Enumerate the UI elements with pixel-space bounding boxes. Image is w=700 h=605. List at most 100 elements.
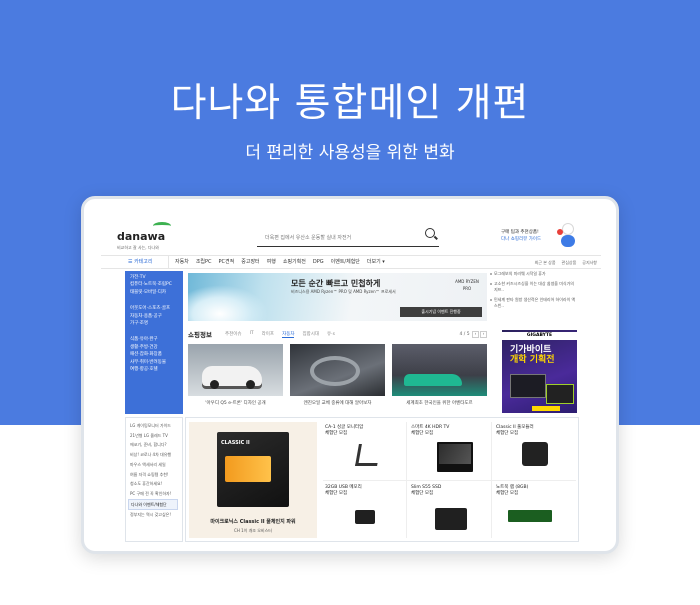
nav-item[interactable]: 조립PC — [196, 256, 212, 269]
ad-list-item[interactable]: 모그레보의 미러웨 시작일 휴가 — [490, 271, 577, 277]
shopping-pager: 4 / 5 ‹ › — [459, 331, 487, 338]
category-menu-button[interactable]: ☰ 카테고리 — [125, 256, 169, 269]
wheel-shape — [246, 380, 255, 389]
sidebar-item[interactable]: 자동차·용품·공구 — [130, 313, 183, 320]
quick-link[interactable]: 정부지는 역시 갖고싶은! — [130, 510, 182, 520]
monitor-arm-image — [355, 444, 381, 466]
motherboard-graphic — [546, 384, 574, 404]
psu-orange-panel — [225, 456, 271, 482]
sidebar-item[interactable]: 가구·조명 — [130, 320, 183, 327]
mascot-body — [561, 235, 575, 247]
mascot-badge — [557, 229, 563, 235]
engine-shape — [310, 356, 360, 386]
deal-item[interactable]: 32GB USB 메모리 체험단 모집 — [323, 482, 403, 537]
quick-link-highlighted[interactable]: 다나와 이벤트/체험단 — [128, 498, 178, 511]
search-input[interactable]: 더욱편 집에서 유산소 운동할 실내 자전거 — [257, 225, 439, 247]
psu-label: CLASSIC II — [221, 440, 250, 446]
search-icon[interactable] — [425, 228, 435, 238]
wheel-shape — [210, 380, 219, 389]
grid-divider — [323, 480, 576, 481]
quick-link[interactable]: 비상! 코로나 4차 대유행 — [130, 450, 182, 460]
category-sidebar: 가전·TV 컴퓨터·노트북·조립PC 태블릿·모바일·디카 아웃도어·스포츠·골… — [125, 271, 183, 414]
nav-item[interactable]: 여행 — [267, 256, 276, 269]
mascot-head — [562, 223, 574, 235]
shopping-tab[interactable]: 라이프 — [262, 331, 274, 338]
quick-link[interactable]: 마우스 액세서리 세일 — [130, 460, 182, 470]
ram-image — [508, 510, 552, 522]
card-caption: '아우디 Q5 e-트론' 디자인 공개 — [205, 401, 266, 406]
gigabyte-ad-banner[interactable]: GIGABYTE 기가바이트 개학 기획전 — [502, 330, 577, 413]
ad-list-item[interactable]: 민세계 판타 원방 생산적은 인테리어 하이라이 액스빈.. — [490, 297, 577, 309]
deal-main-card[interactable]: CLASSIC II 마이크로닉스 Classic II 풀체인지 파워 CH … — [189, 422, 317, 538]
deal-item[interactable]: Slim S55 SSD 체험단 모집 — [409, 482, 489, 537]
sidebar-item[interactable]: 아웃도어·스포츠·골프 — [130, 305, 183, 312]
deal-item[interactable]: CA-1 싱글 모니터암 체험단 모집 — [323, 422, 403, 477]
shopping-card[interactable]: 세계최초 한국인을 위한 아벤타도르 — [392, 344, 487, 414]
right-ad-column: 모그레보의 미러웨 시작일 휴가 고소한 커즈시즈싱을 이는 대상 쉽썽을 미식… — [490, 271, 577, 413]
site-logo[interactable]: danawa — [117, 230, 165, 243]
mascot-icon[interactable] — [557, 223, 579, 251]
main-banner[interactable]: 모든 순간 빠르고 민첩하게 비즈니스용 AMD Ryzen™ PRO 및 AM… — [188, 273, 487, 321]
usb-memory-image — [355, 510, 375, 524]
sidebar-item[interactable]: 가전·TV — [130, 274, 183, 281]
promo-text[interactable]: 구매 팁과 추천상품! 다나 쇼핑리뷰 가이드 — [501, 229, 541, 243]
deal-item-name: Classic II 풀모듈러 — [496, 425, 534, 430]
deal-main-title: 마이크로닉스 Classic II 풀체인지 파워 — [210, 519, 296, 525]
nav-utility-links: 최근 본 상품 관심상품 공지사항 — [535, 256, 597, 269]
sidebar-item[interactable]: 사무·취미·반려동물 — [130, 359, 183, 366]
nav-item[interactable]: 자동차 — [175, 256, 189, 269]
gigabyte-logo: GIGABYTE — [502, 332, 577, 340]
shopping-card[interactable]: 엔진오일 교체 중류에 대해 알아보자 — [290, 344, 385, 414]
shopping-tab[interactable]: 유·s — [327, 331, 335, 338]
nav-item[interactable]: PC견적 — [219, 256, 235, 269]
shopping-tab-active[interactable]: 자동차 — [282, 331, 295, 338]
wishlist-link[interactable]: 관심상품 — [562, 256, 577, 269]
danawa-page: danawa 비교하고 잘 사는, 다나와 더욱편 집에서 유산소 운동할 실내… — [101, 216, 601, 546]
logo-swoosh-icon — [153, 222, 171, 230]
nav-item[interactable]: DPG — [313, 256, 324, 269]
pager-count: 4 / 5 — [459, 332, 470, 337]
ad-text-list: 모그레보의 미러웨 시작일 휴가 고소한 커즈시즈싱을 이는 대상 쉽썽을 미식… — [490, 271, 577, 309]
quick-link[interactable]: 여름 자격 쇼핑템 추천! — [130, 470, 182, 480]
deal-item-sub: 체험단 모집 — [496, 431, 519, 436]
sidebar-item[interactable]: 식품·유아·완구 — [130, 336, 183, 343]
nav-item[interactable]: 중고장터 — [241, 256, 259, 269]
banner-event-tag[interactable]: 출시기념 이벤트 진행중 — [400, 307, 482, 317]
shopping-title: 쇼핑정보 — [188, 331, 212, 339]
quick-link[interactable]: 21년형 LG 올레드 TV — [130, 431, 182, 441]
browser-frame: danawa 비교하고 잘 사는, 다나와 더욱편 집에서 유산소 운동할 실내… — [81, 196, 619, 554]
ad-list-item[interactable]: 고소한 커즈시즈싱을 이는 대상 쉽썽을 미식가의 지프.. — [490, 281, 577, 293]
shopping-tabs: 추천이슈 IT 라이프 자동차 집합시대 유·s — [225, 331, 335, 338]
shopping-card[interactable]: '아우디 Q5 e-트론' 디자인 공개 — [188, 344, 283, 414]
shopping-tab[interactable]: 추천이슈 — [225, 331, 242, 338]
sidebar-item[interactable]: 패션·잡화·화장품 — [130, 351, 183, 358]
nav-item[interactable]: 이벤트/체험단 — [331, 256, 360, 269]
quick-link[interactable]: LG 게이밍모니터 가이드 — [130, 421, 182, 431]
sidebar-item[interactable]: 컴퓨터·노트북·조립PC — [130, 281, 183, 288]
deal-item-name: Slim S55 SSD — [411, 485, 442, 490]
quick-link[interactable]: 에코기, 준비, 합니다? — [130, 440, 182, 450]
deal-grid: CA-1 싱글 모니터암 체험단 모집 스마트 4K HDR TV 체험단 모집 C… — [323, 422, 576, 538]
quick-link[interactable]: 청소도 휴간하세요! — [130, 479, 182, 489]
sidebar-item[interactable]: 태블릿·모바일·디카 — [130, 289, 183, 296]
banner-subtitle: 비즈니스용 AMD Ryzen™ PRO 및 AMD Ryzen™ 프로세서 — [291, 289, 396, 294]
prev-arrow-icon[interactable]: ‹ — [472, 331, 479, 338]
search-placeholder: 더욱편 집에서 유산소 운동할 실내 자전거 — [265, 235, 352, 241]
deal-item[interactable]: 노트북 램 (8GB) 체험단 모집 — [494, 482, 574, 537]
ssd-image — [435, 508, 467, 530]
shopping-tab[interactable]: 집합시대 — [302, 331, 319, 338]
deal-item-sub: 체험단 모집 — [411, 431, 434, 436]
sidebar-item[interactable]: 생활·주방·건강 — [130, 344, 183, 351]
quick-link[interactable]: PC 구매 전 꼭 확인하자! — [130, 489, 182, 499]
nav-item[interactable]: 더보기 ▾ — [367, 256, 385, 269]
recent-items-link[interactable]: 최근 본 상품 — [535, 256, 556, 269]
nav-item[interactable]: 쇼핑기획전 — [283, 256, 306, 269]
deal-item-name: 32GB USB 메모리 — [325, 485, 362, 490]
shopping-tab[interactable]: IT — [250, 331, 254, 338]
card-image-car — [188, 344, 283, 396]
next-arrow-icon[interactable]: › — [480, 331, 487, 338]
deal-item[interactable]: 스마트 4K HDR TV 체험단 모집 — [409, 422, 489, 477]
deal-item[interactable]: Classic II 풀모듈러 체험단 모집 — [494, 422, 574, 477]
sidebar-item[interactable]: 여행·항공·호텔 — [130, 366, 183, 373]
notice-link[interactable]: 공지사항 — [582, 256, 597, 269]
